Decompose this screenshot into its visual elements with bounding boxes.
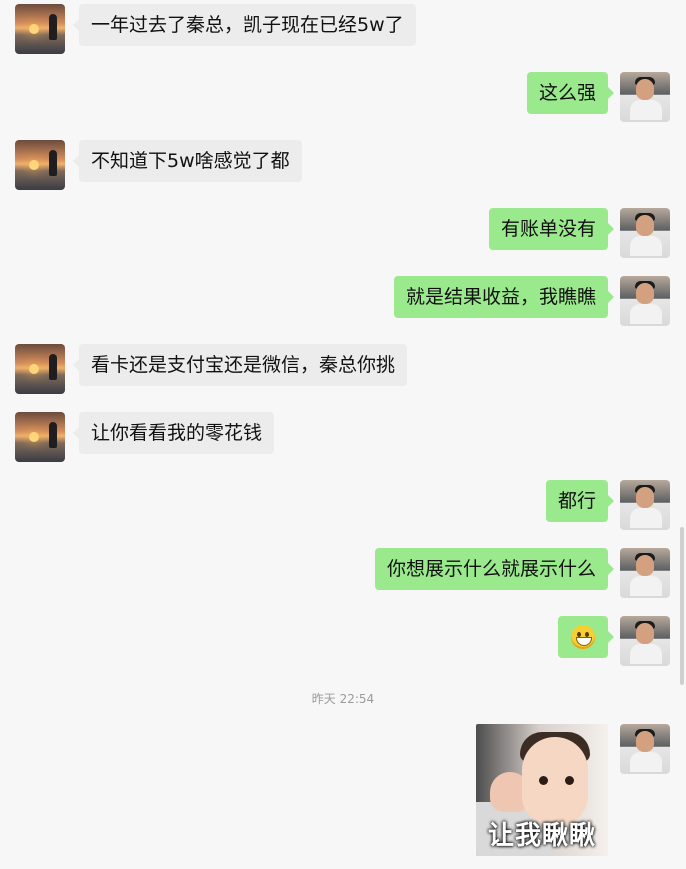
message-row-left: 看卡还是支付宝还是微信，秦总你挑 <box>0 344 686 394</box>
grinning-face-icon <box>571 625 595 649</box>
man-avatar-icon[interactable] <box>620 724 670 774</box>
message-row-left: 让你看看我的零花钱 <box>0 412 686 462</box>
message-bubble[interactable]: 看卡还是支付宝还是微信，秦总你挑 <box>72 344 408 386</box>
avatar-head <box>636 215 654 236</box>
man-avatar-icon[interactable] <box>620 480 670 530</box>
message-row-left: 一年过去了秦总，凯子现在已经5w了 <box>0 4 686 54</box>
message-row-right <box>0 616 686 666</box>
timestamp: 昨天 22:54 <box>311 692 375 706</box>
avatar-head <box>636 555 654 576</box>
person-silhouette <box>49 14 57 40</box>
message-bubble[interactable]: 让你看看我的零花钱 <box>72 412 275 454</box>
man-avatar-icon[interactable] <box>620 72 670 122</box>
sunset-avatar-icon[interactable] <box>15 4 65 54</box>
avatar-shirt <box>630 576 662 596</box>
man-avatar-icon[interactable] <box>620 616 670 666</box>
avatar-head <box>636 731 654 752</box>
message-row-right: 都行 <box>0 480 686 530</box>
message-row-left: 不知道下5w啥感觉了都 <box>0 140 686 190</box>
avatar-shirt <box>630 304 662 324</box>
avatar-shirt <box>630 236 662 256</box>
avatar-head <box>636 623 654 644</box>
avatar-shirt <box>630 752 662 772</box>
avatar-head <box>636 79 654 100</box>
man-avatar-icon[interactable] <box>620 276 670 326</box>
sun-shape <box>29 24 39 34</box>
avatar-head <box>636 283 654 304</box>
message-bubble[interactable]: 都行 <box>545 480 615 522</box>
message-bubble[interactable]: 你想展示什么就展示什么 <box>374 548 615 590</box>
sunset-avatar-icon[interactable] <box>15 140 65 190</box>
emoji-mouth <box>576 637 592 646</box>
message-row-right: 这么强 <box>0 72 686 122</box>
message-bubble[interactable]: 有账单没有 <box>488 208 615 250</box>
child-face <box>522 737 588 825</box>
image-caption: 让我瞅瞅 <box>487 821 596 851</box>
sun-shape <box>29 160 39 170</box>
message-row-right: 就是结果收益，我瞧瞧 <box>0 276 686 326</box>
message-row-right: 有账单没有 <box>0 208 686 258</box>
avatar-shirt <box>630 508 662 528</box>
emoji-message-bubble[interactable] <box>558 616 614 658</box>
message-bubble[interactable]: 一年过去了秦总，凯子现在已经5w了 <box>73 4 416 46</box>
sunset-avatar-icon[interactable] <box>15 344 65 394</box>
message-bubble[interactable]: 不知道下5w啥感觉了都 <box>73 140 302 182</box>
image-message[interactable]: 让我瞅瞅 <box>476 724 608 856</box>
avatar-head <box>636 487 654 508</box>
message-row-right: 你想展示什么就展示什么 <box>0 548 686 598</box>
person-silhouette <box>49 354 57 380</box>
child-eye <box>539 776 548 785</box>
avatar-shirt <box>630 100 662 120</box>
person-silhouette <box>49 422 57 448</box>
avatar-shirt <box>630 644 662 664</box>
sun-shape <box>29 432 39 442</box>
chat-window: 一年过去了秦总，凯子现在已经5w了 这么强 不知道下5w啥感觉了都 有账单没有 <box>0 0 686 869</box>
message-bubble[interactable]: 就是结果收益，我瞧瞧 <box>393 276 615 318</box>
man-avatar-icon[interactable] <box>620 208 670 258</box>
message-bubble[interactable]: 这么强 <box>526 72 615 114</box>
child-eye <box>565 776 574 785</box>
man-avatar-icon[interactable] <box>620 548 670 598</box>
sunset-avatar-icon[interactable] <box>15 412 65 462</box>
sun-shape <box>29 364 39 374</box>
scrollbar[interactable] <box>680 527 684 685</box>
person-silhouette <box>49 150 57 176</box>
